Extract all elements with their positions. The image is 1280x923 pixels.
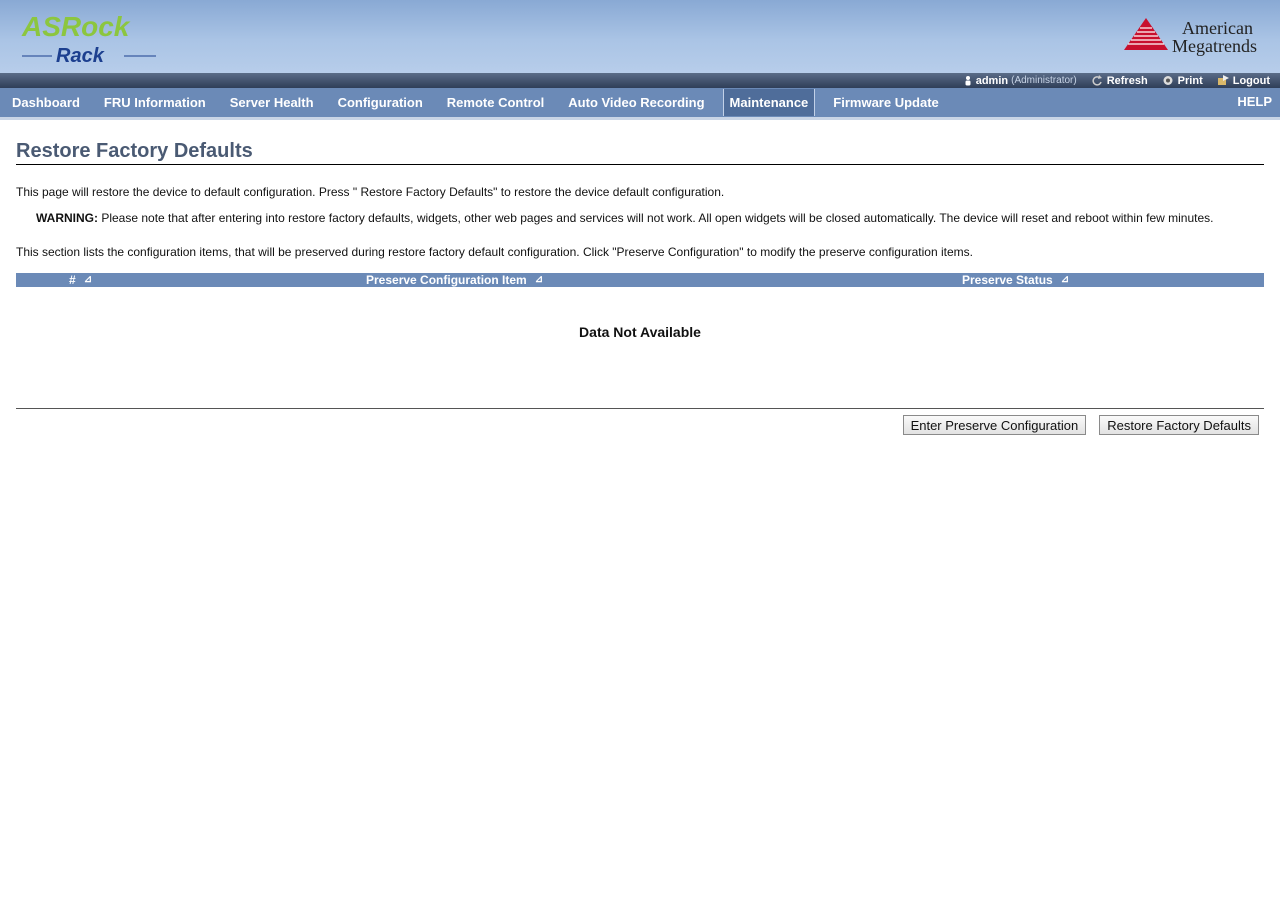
- page-title: Restore Factory Defaults: [16, 140, 1264, 165]
- logout-label: Logout: [1232, 74, 1270, 87]
- logout-icon: [1217, 75, 1229, 85]
- section-text: This section lists the configuration ite…: [16, 245, 973, 259]
- nav-maintenance[interactable]: Maintenance: [722, 89, 816, 116]
- restore-factory-defaults-button[interactable]: Restore Factory Defaults: [1099, 415, 1259, 435]
- column-label-number: #: [69, 273, 76, 287]
- help-link[interactable]: HELP: [1237, 88, 1272, 115]
- warning-body: Please note that after entering into res…: [98, 211, 1214, 225]
- print-icon: [1163, 76, 1173, 85]
- nav-fru-information[interactable]: FRU Information: [92, 89, 218, 116]
- nav-firmware-update[interactable]: Firmware Update: [821, 89, 950, 116]
- top-utility-bar: admin (Administrator) Refresh Print Logo…: [0, 73, 1280, 88]
- ami-logo: American Megatrends: [1124, 18, 1257, 56]
- nav-server-health[interactable]: Server Health: [218, 89, 326, 116]
- nav-configuration[interactable]: Configuration: [326, 89, 435, 116]
- sort-icon: ⊿: [1060, 274, 1070, 285]
- column-header-number[interactable]: # ⊿: [69, 273, 92, 287]
- header: ASRock Rack American Megatrends: [0, 0, 1280, 73]
- refresh-link[interactable]: Refresh: [1091, 75, 1148, 87]
- refresh-icon: [1092, 75, 1102, 86]
- empty-table-message: Data Not Available: [579, 324, 701, 340]
- logo-megatrends-text: Megatrends: [1172, 36, 1257, 56]
- divider: [16, 408, 1264, 409]
- logo-asrock-text: ASRock: [21, 12, 131, 42]
- column-label-preserve-status: Preserve Status: [962, 273, 1053, 287]
- username: admin: [975, 74, 1009, 87]
- main-content: Restore Factory Defaults This page will …: [0, 140, 1280, 435]
- print-link[interactable]: Print: [1162, 75, 1203, 87]
- warning-text: WARNING: Please note that after entering…: [36, 211, 1264, 225]
- user-icon: [965, 76, 971, 86]
- sort-icon: ⊿: [83, 274, 93, 285]
- sort-icon: ⊿: [534, 274, 544, 285]
- enter-preserve-configuration-button[interactable]: Enter Preserve Configuration: [902, 415, 1087, 435]
- logout-link[interactable]: Logout: [1217, 75, 1270, 87]
- user-info: admin (Administrator): [964, 75, 1077, 87]
- column-header-preserve-item[interactable]: Preserve Configuration Item ⊿: [366, 273, 543, 287]
- refresh-label: Refresh: [1106, 74, 1148, 87]
- nav-dashboard[interactable]: Dashboard: [0, 89, 92, 116]
- table-header: # ⊿ Preserve Configuration Item ⊿ Preser…: [16, 273, 1264, 287]
- nav-remote-control[interactable]: Remote Control: [435, 89, 557, 116]
- column-header-preserve-status[interactable]: Preserve Status ⊿: [962, 273, 1069, 287]
- button-row: Enter Preserve Configuration Restore Fac…: [16, 415, 1264, 435]
- logo-american-text: American: [1182, 18, 1253, 38]
- user-role: (Administrator): [1011, 75, 1077, 86]
- asrock-rack-logo: ASRock Rack: [21, 12, 156, 66]
- intro-text: This page will restore the device to def…: [16, 185, 725, 199]
- logo-rack-text: Rack: [56, 45, 105, 66]
- print-label: Print: [1177, 74, 1203, 87]
- nav-auto-video-recording[interactable]: Auto Video Recording: [556, 89, 716, 116]
- main-nav: Dashboard FRU Information Server Health …: [0, 88, 1280, 120]
- warning-label: WARNING:: [36, 211, 98, 225]
- column-label-preserve-item: Preserve Configuration Item: [366, 273, 527, 287]
